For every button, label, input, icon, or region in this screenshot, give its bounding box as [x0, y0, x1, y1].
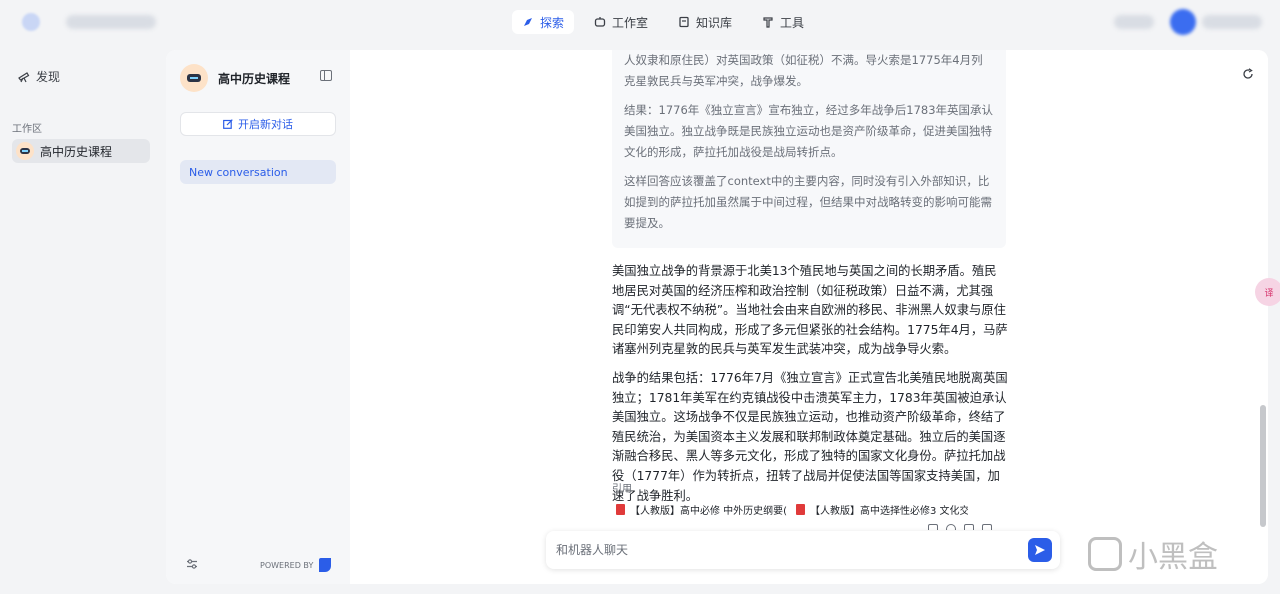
copy-icon[interactable] — [928, 524, 938, 530]
pdf-icon — [796, 503, 805, 515]
usage-indicator[interactable] — [1114, 15, 1154, 29]
chat-area: 人奴隶和原住民）对英国政策（如征税）不满。导火索是1775年4月列克星敦民兵与英… — [350, 50, 1268, 584]
thinking-paragraph: 人奴隶和原住民）对英国政策（如征税）不满。导火索是1775年4月列克星敦民兵与英… — [624, 53, 983, 88]
thumbs-up-icon[interactable] — [964, 524, 974, 530]
chat-input[interactable] — [546, 532, 1028, 568]
answer-paragraph: 战争的结果包括：1776年7月《独立宣言》正式宣告北美殖民地脱离英国独立；178… — [612, 370, 1008, 503]
message-actions — [928, 524, 992, 530]
bot-title: 高中历史课程 — [218, 71, 291, 86]
message-list[interactable]: 人奴隶和原住民）对英国政策（如征税）不满。导火索是1775年4月列克星敦民兵与英… — [350, 50, 1268, 530]
conversation-sidebar: 高中历史课程 开启新对话 New conversation POWERED BY — [166, 50, 350, 584]
main-panel: 高中历史课程 开启新对话 New conversation POWERED BY… — [166, 50, 1268, 584]
citation-item[interactable]: 【人教版】高中必修 中外历史纲要(... — [610, 499, 788, 519]
tool-icon — [763, 17, 773, 28]
citation-item[interactable]: 【人教版】高中选择性必修3 文化交... — [790, 499, 968, 519]
top-bar: 探索 工作室 知识库 工具 — [0, 0, 1280, 44]
thinking-block: 人奴隶和原住民）对英国政策（如征税）不满。导火索是1775年4月列克星敦民兵与英… — [612, 50, 1006, 248]
regenerate-icon[interactable] — [946, 524, 956, 530]
thinking-paragraph: 这样回答应该覆盖了context中的主要内容，同时没有引入外部知识，比如提到的萨… — [624, 174, 992, 230]
watermark-logo-icon — [1088, 537, 1122, 571]
translate-float-button[interactable]: 译 — [1255, 278, 1280, 306]
watermark: 小黑盒 — [1088, 532, 1218, 576]
user-name[interactable] — [1202, 15, 1262, 29]
workspace-switcher[interactable] — [66, 15, 156, 29]
settings-sliders-icon[interactable] — [186, 558, 198, 573]
compass-icon — [524, 18, 532, 26]
scrollbar[interactable] — [1260, 405, 1266, 527]
tab-knowledge[interactable]: 知识库 — [668, 10, 742, 34]
brand-logo-icon — [319, 558, 332, 572]
book-icon — [679, 16, 689, 28]
send-icon — [1035, 545, 1045, 555]
telescope-icon — [18, 71, 30, 82]
tab-studio[interactable]: 工作室 — [584, 10, 658, 34]
edit-icon — [223, 119, 233, 129]
conversation-item[interactable]: New conversation — [180, 160, 336, 184]
pdf-icon — [616, 503, 625, 515]
answer-paragraph: 美国独立战争的背景源于北美13个殖民地与英国之间的长期矛盾。殖民地居民对英国的经… — [612, 264, 1008, 357]
refresh-icon[interactable] — [1242, 68, 1254, 83]
workspace-section-label: 工作区 — [12, 124, 42, 135]
left-nav: 发现 工作区 高中历史课程 — [0, 44, 166, 594]
nav-discover[interactable]: 发现 — [18, 68, 60, 85]
powered-by: POWERED BY — [260, 558, 332, 572]
tab-explore[interactable]: 探索 — [512, 10, 575, 34]
avatar[interactable] — [1170, 9, 1196, 35]
chat-input-bar — [546, 531, 1060, 569]
bot-avatar-icon — [180, 64, 208, 92]
collapse-sidebar-icon[interactable] — [320, 70, 332, 81]
bot-header: 高中历史课程 — [180, 64, 290, 92]
main-tabs: 探索 工作室 知识库 工具 — [512, 10, 814, 34]
robot-icon — [594, 17, 606, 27]
new-chat-button[interactable]: 开启新对话 — [180, 112, 336, 136]
thumbs-down-icon[interactable] — [982, 524, 992, 530]
workspace-item-history[interactable]: 高中历史课程 — [12, 139, 150, 163]
tab-tools[interactable]: 工具 — [752, 10, 814, 34]
thinking-paragraph: 结果：1776年《独立宣言》宣布独立，经过多年战争后1783年英国承认美国独立。… — [624, 103, 994, 159]
citation-label: 引用 — [612, 484, 632, 495]
answer-block: 美国独立战争的背景源于北美13个殖民地与英国之间的长期矛盾。殖民地居民对英国的经… — [612, 262, 1008, 515]
send-button[interactable] — [1028, 538, 1052, 562]
app-logo[interactable] — [22, 13, 40, 31]
bot-avatar-icon — [16, 142, 34, 160]
